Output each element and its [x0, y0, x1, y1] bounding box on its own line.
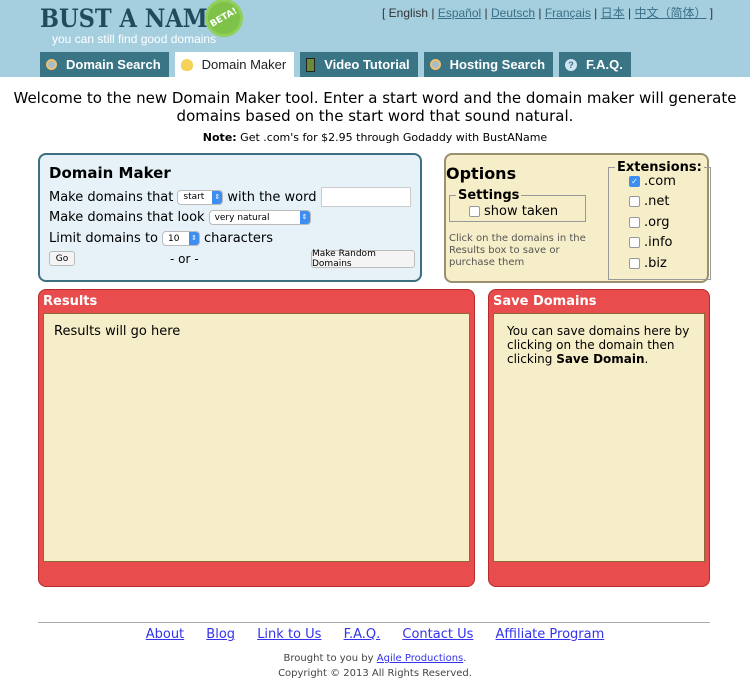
tab-hosting-search[interactable]: Hosting Search: [423, 52, 554, 77]
start-word-input[interactable]: [320, 187, 411, 207]
checkbox-label: .biz: [644, 255, 667, 271]
chevron-updown-icon: ⇕: [212, 190, 223, 204]
domain-maker-panel: Domain Maker Make domains that start ⇕ wi…: [38, 153, 422, 282]
note: Note: Get .com's for $2.95 through Godad…: [0, 131, 750, 144]
select-value: start: [183, 192, 205, 202]
note-label: Note:: [202, 131, 237, 144]
tab-label: Domain Maker: [201, 57, 287, 72]
chevron-updown-icon: ⇕: [189, 232, 200, 245]
company-link[interactable]: Agile Productions: [377, 653, 464, 664]
style-select[interactable]: very natural ⇕: [208, 210, 311, 225]
show-taken-checkbox[interactable]: show taken: [469, 204, 558, 219]
length-select[interactable]: 10 ⇕: [162, 231, 201, 246]
or-separator: - or -: [170, 252, 199, 266]
footer-link-about[interactable]: About: [146, 627, 184, 642]
lang-link[interactable]: 日本: [601, 6, 625, 20]
extension-org[interactable]: .org: [629, 212, 704, 233]
chevron-updown-icon: ⇕: [299, 211, 310, 224]
label: with the word: [227, 189, 317, 205]
logo-title: BUST A NAME: [40, 4, 225, 33]
footer-links: About Blog Link to Us F.A.Q. Contact Us …: [0, 627, 750, 642]
search-icon: [46, 59, 57, 70]
results-placeholder: Results will go here: [54, 324, 181, 339]
select-value: 10: [168, 233, 180, 244]
select-value: very natural: [214, 212, 270, 223]
save-instructions: You can save domains here by clicking on…: [507, 324, 696, 366]
results-box[interactable]: Results will go here: [43, 313, 470, 562]
footer-link-blog[interactable]: Blog: [206, 627, 235, 642]
language-selector: [ English | Español | Deutsch | Français…: [382, 6, 714, 20]
label: Limit domains to: [49, 231, 159, 246]
extensions-legend: Extensions:: [617, 160, 702, 175]
results-panel: Results Results will go here: [38, 289, 475, 587]
checkbox[interactable]: [629, 216, 640, 228]
checkbox[interactable]: [629, 237, 640, 249]
extension-info[interactable]: .info: [629, 233, 704, 254]
settings-legend: Settings: [458, 188, 520, 203]
lang-link[interactable]: 中文（简体）: [634, 6, 706, 20]
search-icon: [429, 59, 441, 70]
make-random-domains-button[interactable]: Make Random Domains: [311, 249, 415, 269]
checkbox-checked[interactable]: ✓: [629, 175, 640, 187]
footer-divider: [38, 622, 710, 623]
logo[interactable]: BUST A NAME BETA! you can still find goo…: [40, 0, 246, 46]
hint-text: Click on the domains in the Results box …: [449, 233, 586, 268]
options-panel: Options Settings show taken Click on the…: [444, 153, 711, 283]
checkbox-label: .com: [644, 173, 676, 189]
lang-link[interactable]: Deutsch: [491, 6, 535, 20]
checkbox[interactable]: [629, 257, 640, 269]
tab-label: Video Tutorial: [324, 57, 410, 72]
text: .: [644, 352, 649, 366]
tab-label: Hosting Search: [449, 57, 546, 72]
lang-link[interactable]: Español: [438, 6, 481, 20]
nav-tabs: Domain Search Domain Maker Video Tutoria…: [40, 52, 631, 77]
film-icon: [306, 57, 316, 72]
label: characters: [204, 231, 274, 246]
tab-faq[interactable]: ? F.A.Q.: [559, 52, 631, 77]
checkbox[interactable]: [469, 206, 480, 217]
text-bold: Save Domain: [556, 352, 645, 366]
footer-link-affiliate[interactable]: Affiliate Program: [496, 627, 605, 642]
save-domains-panel: Save Domains You can save domains here b…: [488, 289, 710, 587]
tab-label: F.A.Q.: [586, 57, 623, 72]
label: Make domains that look: [49, 210, 205, 225]
lang-current: English: [388, 6, 429, 20]
extensions-group: Extensions: ✓ .com .net .org .info .biz: [608, 160, 711, 280]
label: Make domains that: [49, 189, 174, 205]
header: BUST A NAME BETA! you can still find goo…: [0, 0, 750, 77]
panel-title: Save Domains: [493, 294, 597, 309]
checkbox[interactable]: [629, 196, 640, 208]
tab-video-tutorial[interactable]: Video Tutorial: [300, 52, 418, 77]
checkbox-label: show taken: [484, 204, 559, 219]
help-icon: ?: [565, 58, 578, 71]
text: .: [463, 653, 467, 664]
saved-domains-box[interactable]: You can save domains here by clicking on…: [493, 313, 705, 562]
text: Brought to you by: [283, 653, 377, 664]
copyright: Copyright © 2013 All Rights Reserved.: [278, 668, 472, 679]
footer-link-faq[interactable]: F.A.Q.: [344, 627, 381, 642]
tab-domain-search[interactable]: Domain Search: [40, 52, 169, 77]
intro-text: Welcome to the new Domain Maker tool. En…: [13, 89, 737, 125]
credits: Brought to you by Agile Productions.: [0, 653, 750, 664]
footer-link-contact[interactable]: Contact Us: [402, 627, 473, 642]
checkbox-label: .org: [644, 214, 670, 230]
lang-link[interactable]: Français: [545, 6, 591, 20]
panel-title: Domain Maker: [49, 164, 171, 182]
tab-label: Domain Search: [66, 57, 161, 72]
tab-domain-maker[interactable]: Domain Maker: [174, 52, 295, 77]
settings-group: Settings show taken: [449, 188, 586, 222]
go-button[interactable]: Go: [49, 251, 75, 266]
checkbox-label: .net: [644, 194, 670, 210]
note-text: Get .com's for $2.95 through Godaddy wit…: [236, 131, 548, 144]
extension-net[interactable]: .net: [629, 192, 704, 213]
footer-link-link-to-us[interactable]: Link to Us: [257, 627, 321, 642]
lightbulb-icon: [180, 58, 193, 71]
panel-title: Options: [446, 164, 517, 183]
checkbox-label: .info: [644, 235, 673, 251]
extension-biz[interactable]: .biz: [629, 253, 704, 274]
logo-tagline: you can still find good domains: [52, 32, 217, 46]
position-select[interactable]: start ⇕: [177, 189, 224, 205]
panel-title: Results: [43, 294, 98, 309]
